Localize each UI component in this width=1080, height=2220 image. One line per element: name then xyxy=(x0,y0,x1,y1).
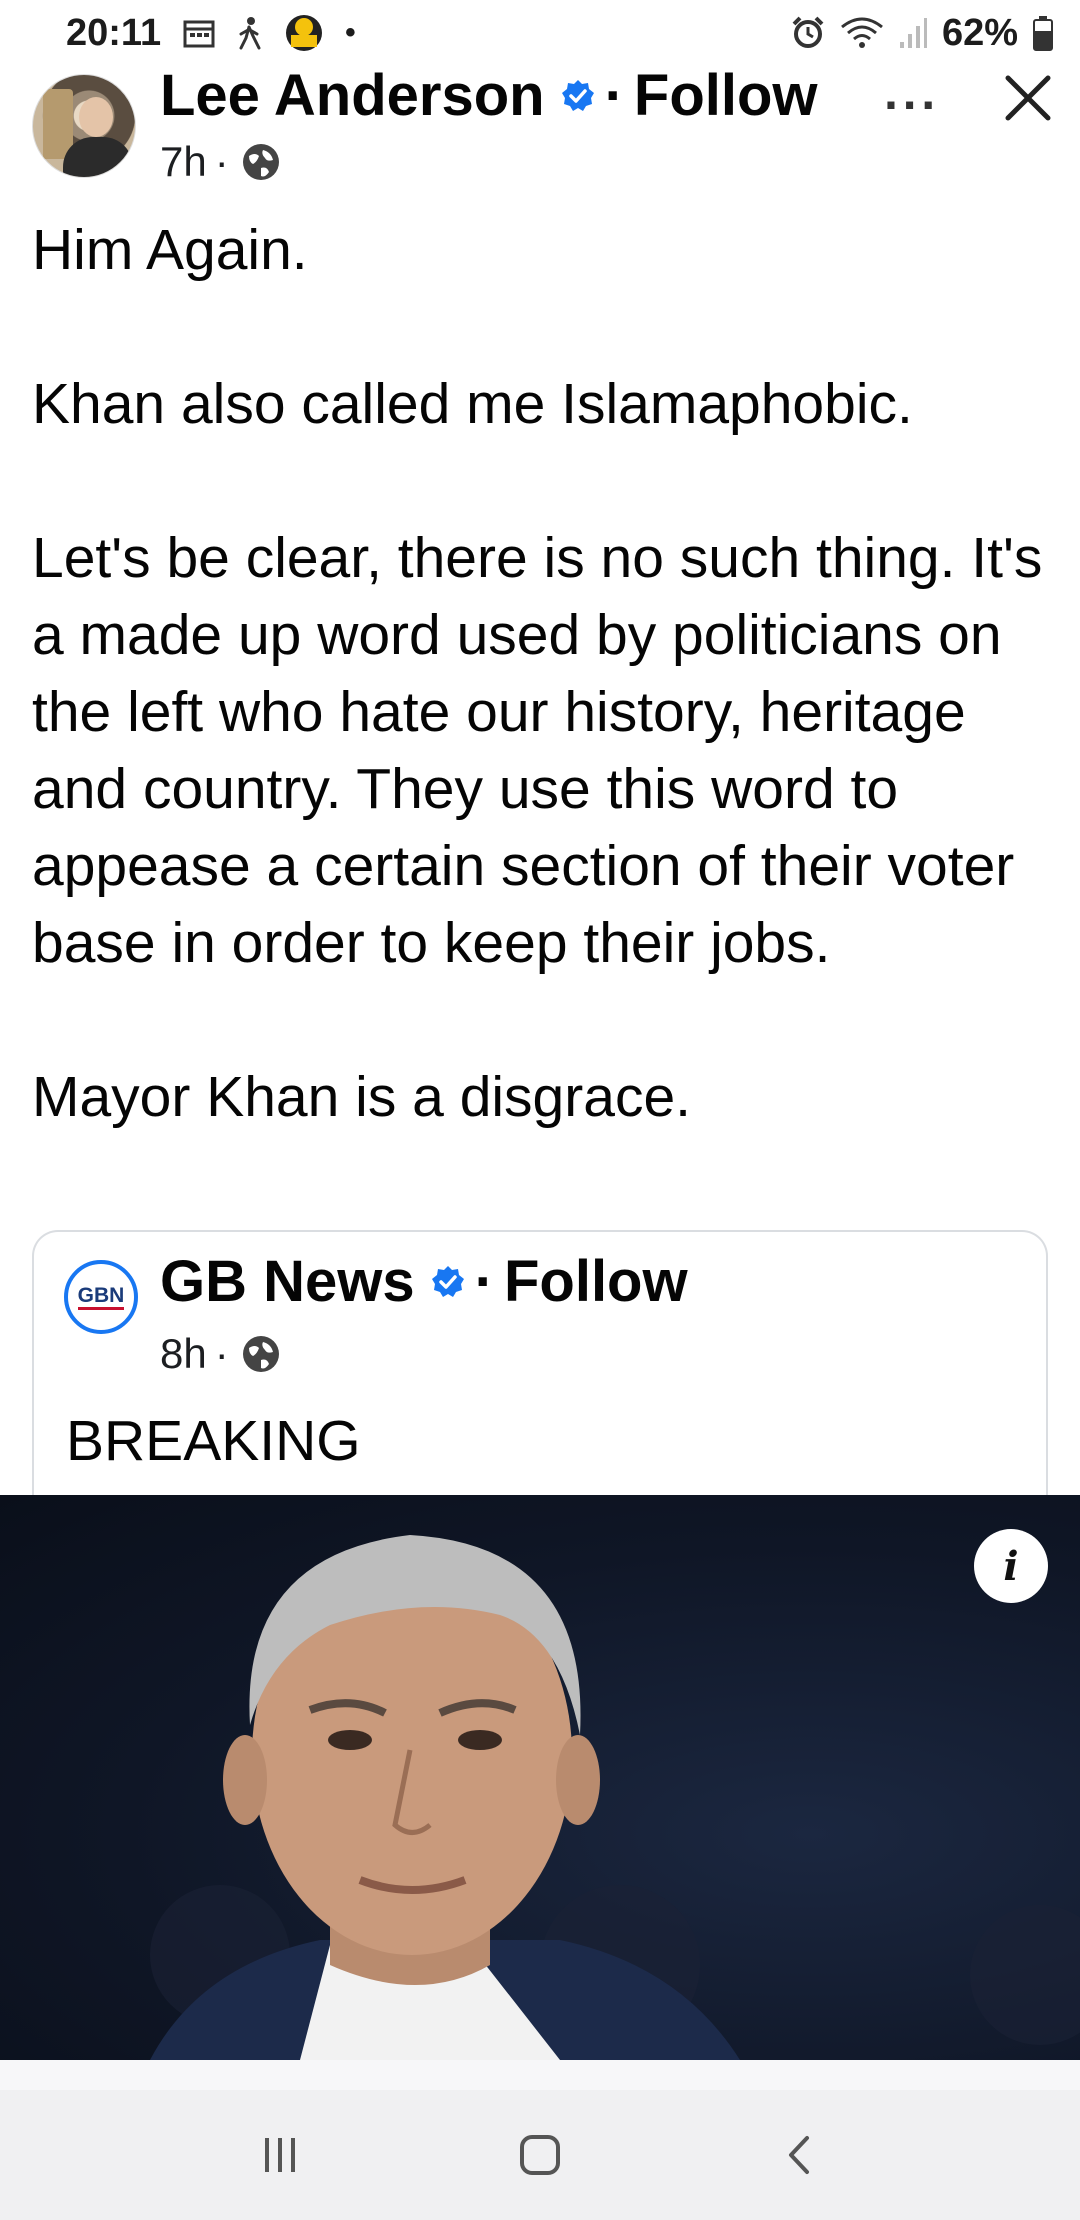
calendar-icon xyxy=(183,20,215,48)
walking-icon xyxy=(239,17,261,50)
shared-post-text: BREAKING xyxy=(66,1409,361,1473)
back-icon[interactable] xyxy=(775,2130,825,2180)
separator: · xyxy=(474,1249,494,1314)
battery-icon xyxy=(1033,16,1053,51)
notification-dot: • xyxy=(345,16,356,49)
separator: · xyxy=(214,138,229,185)
battery-percent: 62% xyxy=(941,11,1018,54)
post-time[interactable]: 7h xyxy=(160,138,207,186)
post-header: Lee Anderson · Follow 7h · ··· xyxy=(32,63,1052,190)
portrait-image xyxy=(150,1535,1080,2060)
shared-post-time[interactable]: 8h xyxy=(160,1330,207,1378)
globe-icon xyxy=(242,1336,279,1372)
wifi-icon xyxy=(841,17,883,48)
shared-author-line: GB News · Follow xyxy=(160,1248,688,1315)
status-time: 20:11 xyxy=(66,11,162,54)
alarm-icon xyxy=(792,16,824,48)
author-avatar[interactable] xyxy=(32,74,136,178)
separator: · xyxy=(214,1330,229,1377)
signal-icon xyxy=(899,18,927,48)
globe-icon xyxy=(242,144,279,180)
recent-apps-icon[interactable] xyxy=(255,2130,305,2180)
gb-news-logo-text: GBN xyxy=(77,1284,125,1310)
gb-news-logo[interactable]: GBN xyxy=(64,1260,138,1334)
shared-author-name[interactable]: GB News xyxy=(160,1248,415,1315)
shared-post-card[interactable]: GBN GB News · Follow 8h · BREAKING xyxy=(32,1230,1048,1530)
more-options-button[interactable]: ··· xyxy=(884,76,940,134)
status-bar: 20:11 • 62% xyxy=(0,0,1080,66)
author-line: Lee Anderson · Follow xyxy=(160,62,818,129)
follow-button[interactable]: Follow xyxy=(634,62,818,129)
shared-follow-button[interactable]: Follow xyxy=(504,1248,688,1315)
post-meta: 7h · xyxy=(160,138,281,186)
close-icon[interactable] xyxy=(998,68,1058,128)
live-sports-icon xyxy=(286,15,323,51)
verified-badge-icon xyxy=(431,1265,464,1297)
shared-post-photo[interactable]: i xyxy=(0,1495,1080,2060)
caption-strip xyxy=(0,2060,1080,2090)
verified-badge-icon xyxy=(561,79,594,111)
system-nav-bar xyxy=(0,2090,1080,2220)
author-name[interactable]: Lee Anderson xyxy=(160,62,545,129)
post-text: Him Again. Khan also called me Islamapho… xyxy=(32,218,1043,1129)
shared-post-meta: 8h · xyxy=(160,1330,281,1378)
info-button[interactable]: i xyxy=(974,1529,1048,1603)
separator: · xyxy=(604,63,624,128)
home-icon[interactable] xyxy=(515,2130,565,2180)
